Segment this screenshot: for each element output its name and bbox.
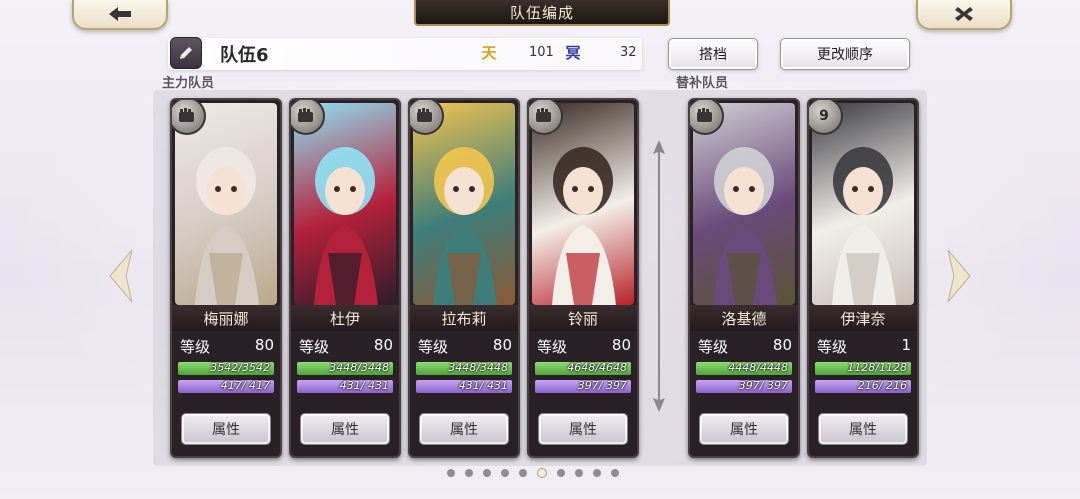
underworld-stat-value: 32: [620, 45, 637, 60]
hp-value: 3448/3448: [329, 361, 389, 374]
edit-team-name-button[interactable]: [170, 37, 202, 69]
character-name: 铃丽: [529, 305, 637, 331]
hp-bar: 4648/4648: [535, 361, 631, 375]
main-members-label: 主力队员: [162, 76, 215, 91]
level-value: 80: [772, 336, 792, 354]
sp-value: 397/ 397: [577, 379, 627, 392]
character-name: 梅丽娜: [172, 305, 280, 331]
character-card[interactable]: 杜伊等级 80 3448/3448 431/ 431 属性: [289, 98, 401, 458]
page-dot[interactable]: [483, 469, 491, 477]
back-button[interactable]: [72, 0, 168, 30]
page-dot[interactable]: [537, 468, 547, 478]
sp-bar: 431/ 431: [416, 379, 512, 393]
hp-bar: 4448/4448: [696, 361, 792, 375]
level-label: 等级: [698, 338, 729, 356]
close-icon: [955, 7, 973, 21]
sp-value: 216/ 216: [857, 379, 907, 392]
level-value: 80: [373, 336, 393, 354]
level-row: 等级 80: [698, 336, 792, 356]
hp-value: 4648/4648: [567, 361, 627, 374]
hp-value: 4448/4448: [728, 361, 788, 374]
attributes-button[interactable]: 属性: [818, 413, 908, 445]
attributes-button[interactable]: 属性: [419, 413, 509, 445]
level-row: 等级 80: [418, 336, 512, 356]
section-divider: [653, 140, 665, 412]
attributes-button[interactable]: 属性: [699, 413, 789, 445]
reorder-button[interactable]: 更改顺序: [780, 38, 910, 70]
hp-value: 3448/3448: [448, 361, 508, 374]
page-indicator: [447, 468, 619, 481]
page-title: 队伍编成: [414, 0, 670, 26]
page-dot[interactable]: [501, 469, 509, 477]
next-page-arrow[interactable]: [944, 248, 974, 304]
level-value: 1: [901, 336, 911, 354]
level-label: 等级: [817, 338, 848, 356]
team-name: 队伍6: [220, 45, 269, 66]
hp-value: 1128/1128: [847, 361, 907, 374]
character-name: 洛基德: [690, 305, 798, 331]
sp-value: 431/ 431: [458, 379, 508, 392]
attributes-button[interactable]: 属性: [181, 413, 271, 445]
sp-value: 417/ 417: [220, 379, 270, 392]
close-button[interactable]: [916, 0, 1012, 30]
level-row: 等级 80: [299, 336, 393, 356]
page-dot[interactable]: [447, 469, 455, 477]
level-value: 80: [492, 336, 512, 354]
sp-bar: 216/ 216: [815, 379, 911, 393]
partner-button[interactable]: 搭档: [668, 38, 758, 70]
level-label: 等级: [299, 338, 330, 356]
level-value: 80: [611, 336, 631, 354]
pencil-icon: [180, 47, 192, 59]
level-label: 等级: [180, 338, 211, 356]
page-dot[interactable]: [557, 469, 565, 477]
character-card[interactable]: 梅丽娜等级 80 3542/3542 417/ 417 属性: [170, 98, 282, 458]
hp-bar: 3542/3542: [178, 361, 274, 375]
character-card[interactable]: 洛基德等级 80 4448/4448 397/ 397 属性: [688, 98, 800, 458]
level-label: 等级: [418, 338, 449, 356]
heaven-stat-value: 101: [529, 45, 554, 60]
hp-bar: 1128/1128: [815, 361, 911, 375]
sp-bar: 397/ 397: [535, 379, 631, 393]
level-value: 80: [254, 336, 274, 354]
level-row: 等级 80: [537, 336, 631, 356]
level-row: 等级 80: [180, 336, 274, 356]
sp-bar: 417/ 417: [178, 379, 274, 393]
arrow-left-icon: [109, 7, 131, 21]
page-dot[interactable]: [575, 469, 583, 477]
page-dot[interactable]: [465, 469, 473, 477]
attributes-button[interactable]: 属性: [538, 413, 628, 445]
hp-value: 3542/3542: [210, 361, 270, 374]
character-name: 伊津奈: [809, 305, 917, 331]
character-name: 杜伊: [291, 305, 399, 331]
previous-page-arrow[interactable]: [106, 248, 136, 304]
hp-bar: 3448/3448: [297, 361, 393, 375]
attributes-button[interactable]: 属性: [300, 413, 390, 445]
level-row: 等级 1: [817, 336, 911, 356]
sp-bar: 397/ 397: [696, 379, 792, 393]
heaven-stat-icon: 天: [481, 43, 497, 62]
hp-bar: 3448/3448: [416, 361, 512, 375]
page-dot[interactable]: [519, 469, 527, 477]
character-card[interactable]: 拉布莉等级 80 3448/3448 431/ 431 属性: [408, 98, 520, 458]
level-label: 等级: [537, 338, 568, 356]
sp-value: 397/ 397: [738, 379, 788, 392]
character-card[interactable]: 铃丽等级 80 4648/4648 397/ 397 属性: [527, 98, 639, 458]
sp-bar: 431/ 431: [297, 379, 393, 393]
character-card[interactable]: 9 伊津奈 等级 1 1128/1128 216/ 216 属性: [807, 98, 919, 458]
underworld-stat-icon: 冥: [565, 43, 581, 62]
page-dot[interactable]: [611, 469, 619, 477]
page-dot[interactable]: [593, 469, 601, 477]
character-name: 拉布莉: [410, 305, 518, 331]
sub-members-label: 替补队员: [676, 76, 729, 91]
sp-value: 431/ 431: [339, 379, 389, 392]
